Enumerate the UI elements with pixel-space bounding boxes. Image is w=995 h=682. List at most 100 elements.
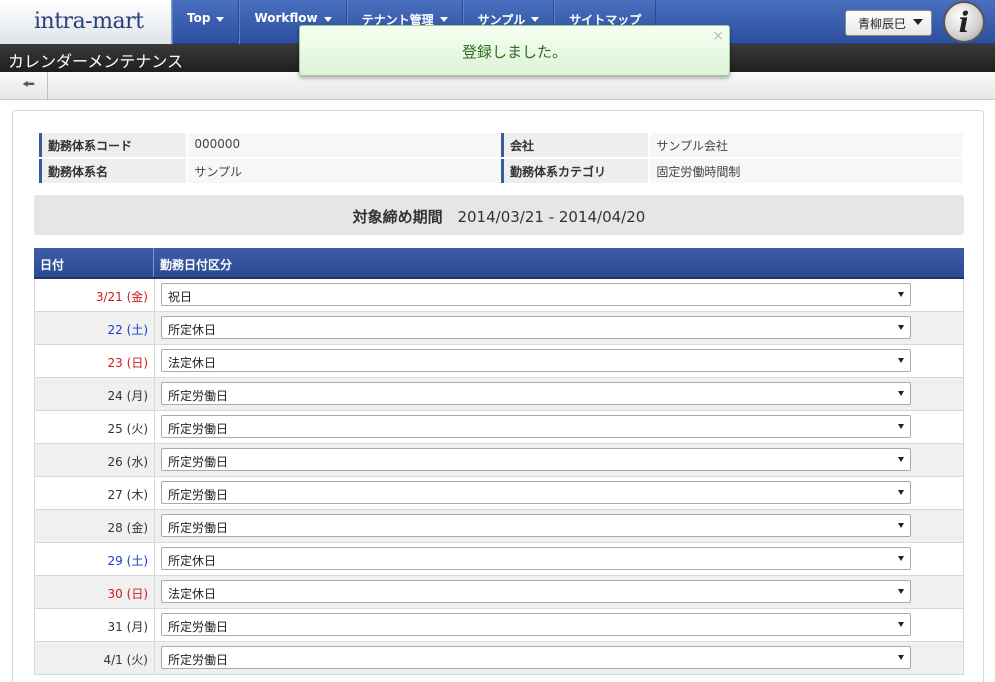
type-cell: 所定労働日 <box>155 510 963 542</box>
select-value: 所定労働日 <box>168 620 229 634</box>
type-cell: 所定労働日 <box>155 444 963 476</box>
date-cell: 23 (日) <box>35 345 155 377</box>
day-type-select[interactable]: 所定労働日 <box>161 514 911 537</box>
type-cell: 祝日 <box>155 279 963 311</box>
table-row: 4/1 (火) 所定労働日 <box>34 642 964 675</box>
category-label: 勤務体系カテゴリ <box>501 159 649 183</box>
type-cell: 所定休日 <box>155 312 963 344</box>
table-row: 24 (月) 所定労働日 <box>34 378 964 411</box>
calendar-grid: 日付 勤務日付区分 3/21 (金) 祝日 22 (土) 所定休日 23 (日) 法定休日… <box>34 248 964 675</box>
chevron-down-icon <box>913 19 923 25</box>
table-row: 3/21 (金) 祝日 <box>34 279 964 312</box>
success-toast: 登録しました。 × <box>299 25 730 76</box>
select-value: 祝日 <box>168 290 193 304</box>
dropdown-arrow-icon <box>898 358 904 363</box>
dropdown-arrow-icon <box>898 424 904 429</box>
day-type-select[interactable]: 祝日 <box>161 283 911 306</box>
period-label: 対象締め期間 <box>352 208 443 226</box>
select-value: 法定休日 <box>168 587 217 601</box>
logo-text: intra-mart <box>34 9 144 34</box>
select-value: 法定休日 <box>168 356 217 370</box>
date-cell: 31 (月) <box>35 609 155 641</box>
table-row: 28 (金) 所定労働日 <box>34 510 964 543</box>
type-cell: 法定休日 <box>155 345 963 377</box>
toolbar: 🠘 <box>0 72 995 100</box>
company-value: サンプル会社 <box>650 133 963 157</box>
chevron-down-icon <box>323 17 332 22</box>
day-type-select[interactable]: 所定労働日 <box>161 613 911 636</box>
column-header-type: 勤務日付区分 <box>160 258 233 272</box>
select-value: 所定労働日 <box>168 455 229 469</box>
table-row: 23 (日) 法定休日 <box>34 345 964 378</box>
dropdown-arrow-icon <box>898 457 904 462</box>
name-value: サンプル <box>188 159 501 183</box>
select-value: 所定労働日 <box>168 389 229 403</box>
day-type-select[interactable]: 法定休日 <box>161 580 911 603</box>
work-system-info: 勤務体系コード 000000 会社 サンプル会社 勤務体系名 サンプル 勤務体系… <box>39 133 963 185</box>
chevron-down-icon <box>216 17 225 22</box>
date-cell: 4/1 (火) <box>35 642 155 674</box>
content-panel: 勤務体系コード 000000 会社 サンプル会社 勤務体系名 サンプル 勤務体系… <box>12 110 984 682</box>
day-type-select[interactable]: 法定休日 <box>161 349 911 372</box>
info-i-icon: i <box>943 1 985 43</box>
nav-item-label: Top <box>187 11 211 25</box>
day-type-select[interactable]: 所定労働日 <box>161 481 911 504</box>
date-cell: 24 (月) <box>35 378 155 410</box>
dropdown-arrow-icon <box>898 325 904 330</box>
select-value: 所定労働日 <box>168 488 229 502</box>
user-name: 青柳辰巳 <box>858 17 907 31</box>
nav-item-top[interactable]: Top <box>172 0 240 44</box>
arrow-left-icon: 🠘 <box>21 74 36 93</box>
select-value: 所定休日 <box>168 554 217 568</box>
table-row: 22 (土) 所定休日 <box>34 312 964 345</box>
code-label: 勤務体系コード <box>39 133 187 157</box>
date-cell: 22 (土) <box>35 312 155 344</box>
date-cell: 30 (日) <box>35 576 155 608</box>
period-value: 2014/03/21 - 2014/04/20 <box>457 208 646 226</box>
date-cell: 3/21 (金) <box>35 279 155 311</box>
dropdown-arrow-icon <box>898 490 904 495</box>
select-value: 所定労働日 <box>168 422 229 436</box>
chevron-down-icon <box>531 17 540 22</box>
table-row: 25 (火) 所定労働日 <box>34 411 964 444</box>
back-button[interactable]: 🠘 <box>10 72 48 100</box>
dropdown-arrow-icon <box>898 589 904 594</box>
table-row: 30 (日) 法定休日 <box>34 576 964 609</box>
info-badge-button[interactable]: i <box>940 0 988 44</box>
dropdown-arrow-icon <box>898 292 904 297</box>
select-value: 所定休日 <box>168 323 217 337</box>
type-cell: 所定労働日 <box>155 477 963 509</box>
info-row: 勤務体系名 サンプル 勤務体系カテゴリ 固定労働時間制 <box>39 159 963 183</box>
dropdown-arrow-icon <box>898 391 904 396</box>
info-row: 勤務体系コード 000000 会社 サンプル会社 <box>39 133 963 157</box>
type-cell: 所定労働日 <box>155 609 963 641</box>
intra-mart-logo[interactable]: intra-mart <box>0 0 172 44</box>
day-type-select[interactable]: 所定労働日 <box>161 646 911 669</box>
grid-body: 3/21 (金) 祝日 22 (土) 所定休日 23 (日) 法定休日 24 (月) 所定労働… <box>34 279 964 675</box>
date-cell: 27 (木) <box>35 477 155 509</box>
column-header-date: 日付 <box>34 248 154 277</box>
day-type-select[interactable]: 所定労働日 <box>161 448 911 471</box>
date-cell: 26 (水) <box>35 444 155 476</box>
type-cell: 法定休日 <box>155 576 963 608</box>
name-label: 勤務体系名 <box>39 159 187 183</box>
chevron-down-icon <box>439 17 448 22</box>
category-value: 固定労働時間制 <box>650 159 963 183</box>
type-cell: 所定労働日 <box>155 642 963 674</box>
date-cell: 25 (火) <box>35 411 155 443</box>
day-type-select[interactable]: 所定休日 <box>161 316 911 339</box>
close-icon[interactable]: × <box>712 28 724 44</box>
type-cell: 所定労働日 <box>155 378 963 410</box>
nav-item-label: Workflow <box>254 11 318 25</box>
select-value: 所定労働日 <box>168 521 229 535</box>
table-row: 27 (木) 所定労働日 <box>34 477 964 510</box>
table-row: 29 (土) 所定休日 <box>34 543 964 576</box>
day-type-select[interactable]: 所定休日 <box>161 547 911 570</box>
target-period: 対象締め期間 2014/03/21 - 2014/04/20 <box>34 195 964 235</box>
date-cell: 28 (金) <box>35 510 155 542</box>
day-type-select[interactable]: 所定労働日 <box>161 415 911 438</box>
dropdown-arrow-icon <box>898 655 904 660</box>
table-row: 31 (月) 所定労働日 <box>34 609 964 642</box>
user-menu-button[interactable]: 青柳辰巳 <box>845 10 932 36</box>
day-type-select[interactable]: 所定労働日 <box>161 382 911 405</box>
